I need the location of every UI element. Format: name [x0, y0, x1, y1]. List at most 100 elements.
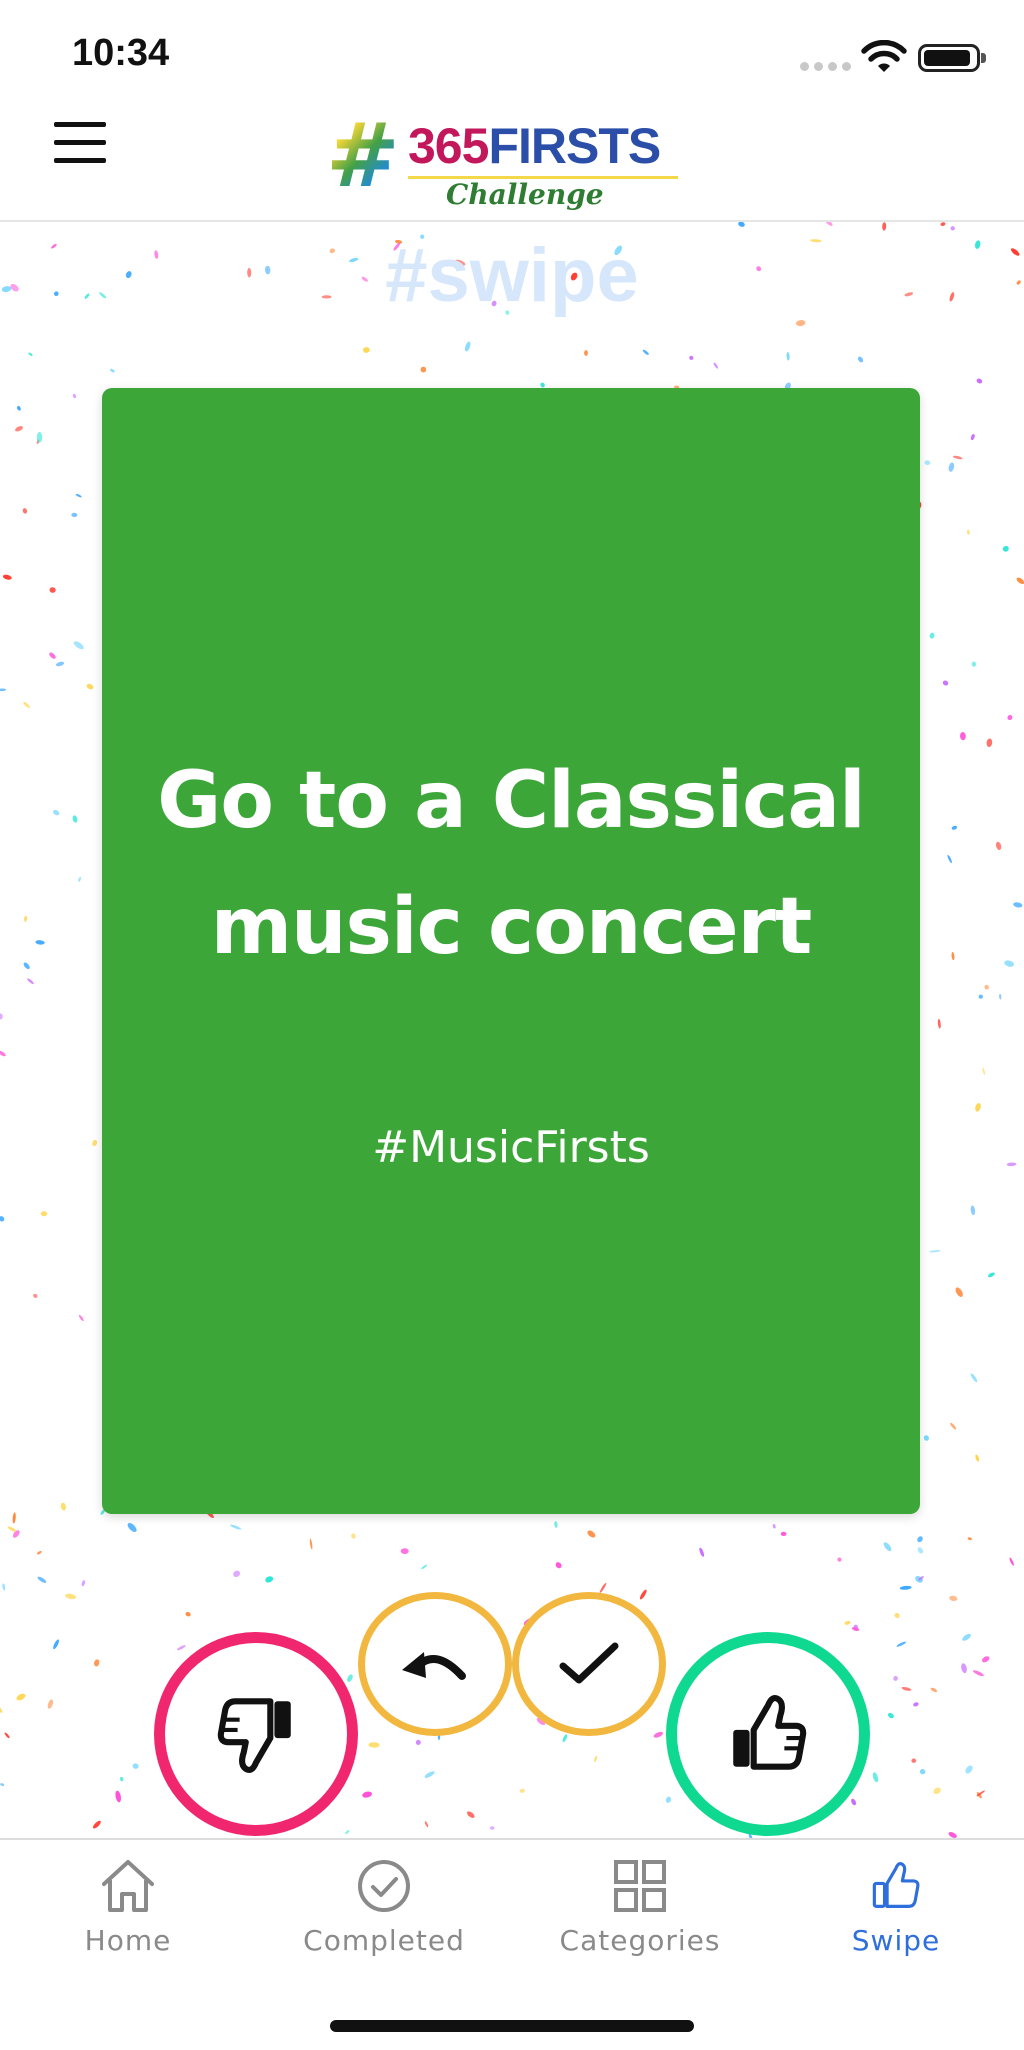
- confetti-piece: [362, 1791, 373, 1798]
- challenge-card[interactable]: Go to a Classical music concert #MusicFi…: [102, 388, 920, 1514]
- confetti-piece: [896, 1641, 907, 1647]
- confetti-piece: [132, 1763, 139, 1769]
- confetti-piece: [0, 688, 6, 692]
- confetti-piece: [893, 1675, 898, 1681]
- confetti-piece: [0, 1050, 6, 1057]
- confetti-piece: [948, 462, 955, 472]
- confetti-piece: [420, 366, 427, 373]
- confetti-piece: [642, 349, 649, 355]
- confetti-piece: [933, 1787, 941, 1795]
- hamburger-menu-button[interactable]: [52, 116, 108, 168]
- confetti-piece: [81, 1580, 86, 1587]
- confetti-piece: [639, 1589, 647, 1600]
- confetti-piece: [24, 915, 28, 922]
- confetti-piece: [53, 1639, 60, 1650]
- confetti-piece: [786, 352, 790, 361]
- logo-wordmark: 365FIRSTS: [408, 116, 661, 176]
- confetti-piece: [982, 1067, 986, 1075]
- confetti-piece: [970, 1205, 976, 1216]
- confetti-piece: [911, 1758, 917, 1763]
- confetti-piece: [40, 1211, 48, 1217]
- confetti-piece: [795, 320, 806, 327]
- like-button[interactable]: [666, 1632, 870, 1836]
- logo-digits: 365: [408, 118, 489, 174]
- swipe-content: #swipe Go to a Classical music concert #…: [0, 222, 1024, 1838]
- confetti-piece: [587, 1530, 596, 1538]
- confetti-piece: [988, 1272, 995, 1278]
- confetti-piece: [962, 1633, 971, 1641]
- confetti-piece: [86, 683, 94, 690]
- tab-categories[interactable]: Categories: [512, 1852, 768, 1972]
- confetti-piece: [1004, 960, 1015, 967]
- confetti-piece: [345, 1830, 350, 1835]
- confetti-piece: [951, 825, 958, 830]
- confetti-piece: [37, 1576, 47, 1583]
- confetti-piece: [971, 661, 977, 667]
- confetti-piece: [824, 222, 833, 226]
- confetti-piece: [738, 222, 745, 227]
- grid-icon: [614, 1860, 666, 1912]
- tab-home[interactable]: Home: [0, 1852, 256, 1972]
- confetti-piece: [699, 1547, 705, 1557]
- confetti-piece: [28, 352, 33, 356]
- confetti-piece: [72, 815, 78, 823]
- confetti-piece: [976, 378, 983, 384]
- confetti-piece: [837, 1557, 842, 1562]
- confetti-piece: [665, 1796, 672, 1803]
- confetti-piece: [899, 1585, 912, 1590]
- confetti-piece: [363, 347, 370, 353]
- undo-icon: [402, 1652, 466, 1680]
- confetti-piece: [955, 1287, 963, 1297]
- thumbs-down-icon: [217, 1698, 291, 1773]
- confetti-piece: [49, 652, 56, 659]
- confetti-piece: [92, 1139, 98, 1147]
- confetti-piece: [950, 1422, 957, 1430]
- confetti-piece: [4, 1732, 10, 1739]
- confetti-piece: [713, 362, 719, 369]
- confetti-piece: [1013, 902, 1023, 908]
- confetti-piece: [975, 1454, 980, 1462]
- confetti-piece: [519, 1788, 525, 1793]
- confetti-piece: [951, 952, 955, 961]
- swipe-hashtag-title: #swipe: [385, 233, 639, 318]
- confetti-piece: [999, 993, 1002, 1000]
- logo-hash: #: [326, 104, 400, 207]
- confetti-piece: [689, 355, 694, 361]
- confetti-piece: [27, 978, 34, 985]
- confetti-piece: [110, 368, 115, 373]
- bottom-tab-bar: Home Completed Categories Swipe: [0, 1838, 1024, 2050]
- confetti-piece: [950, 226, 955, 231]
- tab-swipe-label: Swipe: [851, 1924, 941, 1957]
- tab-swipe[interactable]: Swipe: [768, 1852, 1024, 1972]
- confetti-piece: [72, 393, 77, 399]
- confetti-piece: [961, 1663, 967, 1674]
- confetti-piece: [230, 1524, 242, 1530]
- confetti-piece: [967, 1537, 972, 1541]
- confetti-piece: [16, 1693, 26, 1701]
- confetti-piece: [36, 431, 43, 443]
- confetti-piece: [966, 529, 970, 535]
- confetti-piece: [415, 1739, 421, 1745]
- confetti-piece: [929, 1250, 941, 1253]
- confetti-piece: [949, 1595, 958, 1602]
- confetti-piece: [351, 1533, 356, 1539]
- confetti-piece: [780, 1531, 787, 1537]
- confetti-piece: [851, 1798, 857, 1806]
- tab-home-label: Home: [84, 1924, 172, 1957]
- confetti-piece: [53, 809, 60, 816]
- dislike-button[interactable]: [154, 1632, 358, 1836]
- confetti-piece: [995, 841, 1002, 851]
- confetti-piece: [368, 1742, 380, 1748]
- confetti-piece: [2, 574, 12, 580]
- confetti-piece: [948, 1832, 957, 1838]
- tab-completed[interactable]: Completed: [256, 1852, 512, 1972]
- confetti-piece: [940, 222, 946, 226]
- confetti-piece: [467, 1811, 475, 1818]
- confetti-piece: [942, 680, 949, 686]
- done-button[interactable]: [512, 1592, 666, 1736]
- confetti-piece: [959, 732, 966, 741]
- undo-button[interactable]: [358, 1592, 512, 1736]
- confetti-piece: [47, 1699, 54, 1709]
- cellular-signal-icon: [800, 62, 852, 72]
- confetti-piece: [970, 1373, 978, 1383]
